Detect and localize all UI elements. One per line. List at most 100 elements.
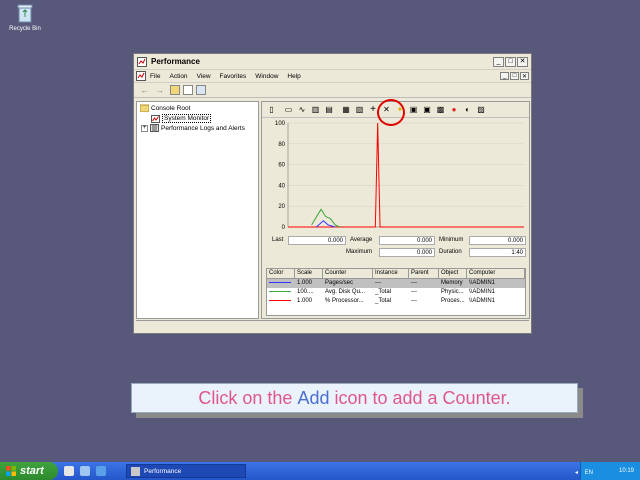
- show-hide-tree-icon[interactable]: [183, 85, 193, 95]
- y-tick-label: 60: [278, 163, 285, 169]
- clear-display-button[interactable]: ▭: [283, 105, 294, 115]
- tree-item-console-root[interactable]: Console Root: [140, 104, 190, 112]
- average-value: 0.000: [379, 236, 435, 245]
- taskbar-item-performance[interactable]: Performance: [126, 464, 246, 478]
- export-list-icon[interactable]: [196, 85, 206, 95]
- computer-cell: \\ADMIN1: [469, 298, 496, 304]
- average-label: Average: [350, 237, 373, 243]
- tray-expand-icon[interactable]: ◂: [575, 469, 578, 476]
- table-row[interactable]: 100.... Avg. Disk Qu... _Total --- Physi…: [267, 288, 525, 297]
- color-cell: [267, 288, 295, 297]
- status-bar: [136, 320, 529, 331]
- y-tick-label: 80: [278, 142, 285, 148]
- window-title: Performance: [151, 57, 200, 66]
- object-cell: Proces...: [441, 298, 465, 304]
- minimum-value: 0.000: [469, 236, 526, 245]
- computer-cell: \\ADMIN1: [469, 289, 496, 295]
- performance-graph: 100 80 60 40 20 0: [275, 121, 524, 231]
- quicklaunch-ie-icon[interactable]: [96, 466, 106, 476]
- add-icon-highlight-circle: [377, 99, 405, 126]
- back-arrow-icon[interactable]: ←: [140, 85, 149, 95]
- scale-cell: 100....: [297, 289, 314, 295]
- quicklaunch-explorer-icon[interactable]: [80, 466, 90, 476]
- counter-cell: Pages/sec: [325, 280, 354, 286]
- quicklaunch-desktop-icon[interactable]: [64, 466, 74, 476]
- performance-window: Performance _ □ ✕ File Action View Favor…: [133, 53, 532, 334]
- view-report-button[interactable]: ▧: [354, 105, 365, 115]
- performance-task-icon: [131, 466, 140, 476]
- view-graph-button[interactable]: ▤: [324, 105, 335, 115]
- column-header-computer[interactable]: Computer: [467, 269, 525, 278]
- counter-cell: Avg. Disk Qu...: [325, 289, 365, 295]
- properties-button[interactable]: ▩: [435, 105, 446, 115]
- paste-counter-list-button[interactable]: ▣: [422, 105, 433, 115]
- child-minimize-button[interactable]: _: [500, 72, 509, 80]
- new-counter-set-button[interactable]: ▯: [266, 105, 277, 115]
- menu-help[interactable]: Help: [287, 73, 300, 80]
- menu-action[interactable]: Action: [169, 73, 187, 80]
- color-swatch: [269, 299, 291, 301]
- tree-label: Performance Logs and Alerts: [161, 124, 245, 132]
- recycle-bin-icon[interactable]: Recycle Bin: [6, 2, 44, 32]
- column-header-color[interactable]: Color: [267, 269, 295, 278]
- start-button[interactable]: start: [0, 462, 58, 480]
- system-monitor-pane: ▯ ▭ ∿ ▥ ▤ ▦ ▧ + ✕ ✦ ▣ ▣ ▩ ● ◐ ▨ 100 80 60 40 20 0 Last 0.000…: [261, 101, 530, 319]
- console-menu-icon[interactable]: [136, 71, 146, 81]
- statistics-bar: Last 0.000 Average 0.000 Minimum 0.000 M…: [262, 235, 529, 265]
- tree-item-performance-logs[interactable]: + Performance Logs and Alerts: [141, 124, 245, 132]
- column-header-parent[interactable]: Parent: [409, 269, 439, 278]
- table-header: Color Scale Counter Instance Parent Obje…: [267, 269, 525, 279]
- maximize-button[interactable]: □: [505, 56, 516, 67]
- minimum-label: Minimum: [439, 237, 464, 243]
- up-folder-icon[interactable]: [170, 85, 180, 95]
- y-tick-label: 0: [282, 225, 286, 231]
- menu-file[interactable]: File: [150, 73, 160, 80]
- duration-value: 1:40: [469, 248, 526, 257]
- menu-favorites[interactable]: Favorites: [220, 73, 247, 80]
- close-button[interactable]: ✕: [517, 56, 528, 67]
- copy-properties-button[interactable]: ▣: [408, 105, 419, 115]
- parent-cell: ---: [411, 298, 417, 304]
- task-label: Performance: [144, 467, 182, 475]
- child-close-button[interactable]: ✕: [520, 72, 529, 80]
- column-header-scale[interactable]: Scale: [295, 269, 323, 278]
- child-restore-button[interactable]: □: [510, 72, 519, 80]
- expand-icon[interactable]: +: [141, 124, 148, 132]
- title-bar[interactable]: Performance _ □ ✕: [134, 54, 531, 70]
- counter-cell: % Processor...: [325, 298, 364, 304]
- column-header-instance[interactable]: Instance: [373, 269, 409, 278]
- tree-item-system-monitor[interactable]: System Monitor: [151, 114, 212, 123]
- y-tick-label: 100: [275, 121, 286, 127]
- update-data-button[interactable]: ◐: [462, 105, 473, 115]
- table-row[interactable]: 1.000 % Processor... _Total --- Proces..…: [267, 297, 525, 306]
- tree-label: Console Root: [151, 104, 191, 112]
- color-cell: [267, 297, 295, 306]
- menu-view[interactable]: View: [197, 73, 211, 80]
- table-row[interactable]: 1.000 Pages/sec --- --- Memory \\ADMIN1: [267, 279, 525, 288]
- windows-flag-icon: [6, 466, 16, 476]
- clock[interactable]: 10:19: [619, 468, 634, 474]
- maximum-label: Maximum: [346, 249, 373, 255]
- menu-window[interactable]: Window: [255, 73, 278, 80]
- column-header-object[interactable]: Object: [439, 269, 467, 278]
- help-button[interactable]: ▨: [476, 105, 487, 115]
- view-histogram-button[interactable]: ▦: [341, 105, 352, 115]
- view-current-activity-button[interactable]: ∿: [297, 105, 308, 115]
- language-indicator[interactable]: EN: [585, 470, 593, 476]
- view-log-data-button[interactable]: ▥: [310, 105, 321, 115]
- logs-icon: [150, 124, 159, 132]
- folder-icon: [140, 104, 149, 112]
- forward-arrow-icon[interactable]: →: [155, 85, 164, 95]
- minimize-button[interactable]: _: [493, 56, 504, 67]
- taskbar: start Performance ◂ EN 10:19: [0, 462, 640, 480]
- instance-cell: _Total: [375, 298, 392, 304]
- freeze-display-button[interactable]: ●: [449, 105, 460, 115]
- object-cell: Memory: [441, 280, 463, 286]
- recycle-bin-label: Recycle Bin: [9, 26, 41, 32]
- recycle-bin-graphic: [17, 4, 33, 23]
- scale-cell: 1.000: [297, 298, 313, 304]
- counter-legend-table: Color Scale Counter Instance Parent Obje…: [266, 268, 526, 316]
- instance-cell: _Total: [375, 289, 392, 295]
- tree-label: System Monitor: [162, 114, 212, 123]
- column-header-counter[interactable]: Counter: [323, 269, 373, 278]
